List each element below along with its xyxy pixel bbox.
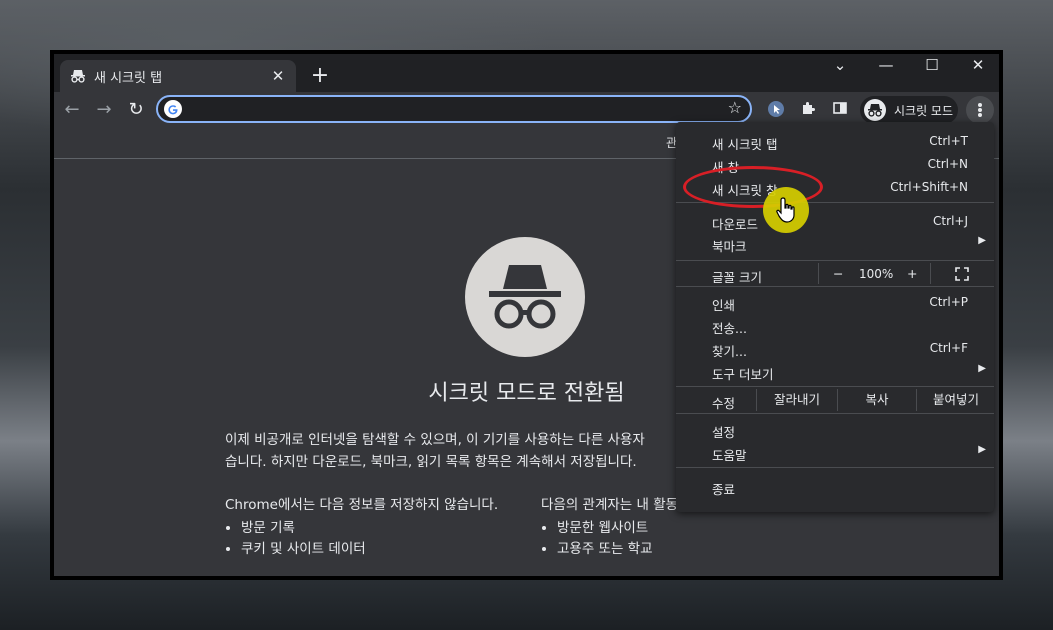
edit-row: 수정 잘라내기 복사 붙여넣기 [676,389,994,411]
zoom-value: 100% [859,267,894,281]
minimize-icon[interactable]: — [863,54,909,80]
copy-button[interactable]: 복사 [837,389,916,411]
paste-button[interactable]: 붙여넣기 [916,389,995,411]
extension-cursor-icon[interactable] [766,100,786,120]
more-menu-button[interactable] [966,96,994,124]
menu-item-settings[interactable]: 설정 [676,418,994,440]
profile-label: 시크릿 모드 [894,103,954,118]
menu-item-more-tools[interactable]: 도구 더보기 ▶ [676,360,994,382]
tab-title: 새 시크릿 탭 [94,70,163,86]
cut-button[interactable]: 잘라내기 [756,389,837,411]
google-icon [164,100,182,118]
side-panel-icon[interactable] [830,100,850,120]
not-saved-title: Chrome에서는 다음 정보를 저장하지 않습니다. [225,497,499,513]
maximize-icon[interactable]: ☐ [909,54,955,80]
fullscreen-icon [955,267,969,281]
profile-button[interactable]: 시크릿 모드 [860,96,958,124]
menu-item-new-tab[interactable]: 새 시크릿 탭 Ctrl+T [676,130,994,152]
menu-separator [676,467,994,468]
list-item: 방문 기록 [241,518,515,539]
chevron-right-icon: ▶ [978,363,986,374]
zoom-in-button[interactable]: + [907,266,917,281]
title-bar: 새 시크릿 탭 ✕ + ⌄ — ☐ ✕ [54,54,999,92]
menu-item-cast[interactable]: 전송... [676,314,994,336]
menu-item-help[interactable]: 도움말 ▶ [676,441,994,463]
menu-item-print[interactable]: 인쇄 Ctrl+P [676,291,994,313]
tab-search-icon[interactable]: ⌄ [817,54,863,80]
edit-label: 수정 [712,396,736,411]
tab-incognito[interactable]: 새 시크릿 탭 ✕ [60,60,296,92]
kebab-dot-icon [978,103,982,107]
list-item: 방문한 웹사이트 [557,518,831,539]
chevron-right-icon: ▶ [978,235,986,246]
reload-icon[interactable]: ↻ [122,96,150,124]
extensions-puzzle-icon[interactable] [798,100,818,120]
omnibox[interactable]: ☆ [156,95,752,123]
close-icon[interactable]: ✕ [268,67,288,85]
kebab-dot-icon [978,108,982,112]
menu-item-exit[interactable]: 종료 [676,475,994,497]
hand-cursor-icon [775,196,799,224]
window-close-icon[interactable]: ✕ [955,54,1001,80]
incognito-icon [70,68,86,84]
new-tab-button[interactable]: + [306,62,334,90]
zoom-out-button[interactable]: − [833,266,843,281]
zoom-row: 글꼴 크기 − 100% + [676,263,995,285]
address-input[interactable] [190,99,714,121]
zoom-controls: − 100% + [818,263,929,284]
menu-item-find[interactable]: 찾기... Ctrl+F [676,337,994,359]
list-item: 고용주 또는 학교 [557,539,831,560]
back-icon[interactable]: ← [58,96,86,124]
not-saved-column: Chrome에서는 다음 정보를 저장하지 않습니다. 방문 기록 쿠키 및 사… [225,495,515,560]
kebab-dot-icon [978,113,982,117]
incognito-spy-icon [465,237,585,357]
menu-item-downloads[interactable]: 다운로드 Ctrl+J [676,210,994,232]
chevron-right-icon: ▶ [978,444,986,455]
incognito-avatar-icon [864,99,886,121]
forward-icon[interactable]: → [90,96,118,124]
menu-separator [676,386,994,387]
list-item: 쿠키 및 사이트 데이터 [241,539,515,560]
menu-separator [676,286,994,287]
menu-item-bookmarks[interactable]: 북마크 ▶ [676,232,994,254]
menu-separator [676,260,994,261]
zoom-label: 글꼴 크기 [712,270,762,285]
bookmark-star-icon[interactable]: ☆ [728,98,742,117]
fullscreen-button[interactable] [930,263,995,284]
menu-separator [676,413,994,414]
